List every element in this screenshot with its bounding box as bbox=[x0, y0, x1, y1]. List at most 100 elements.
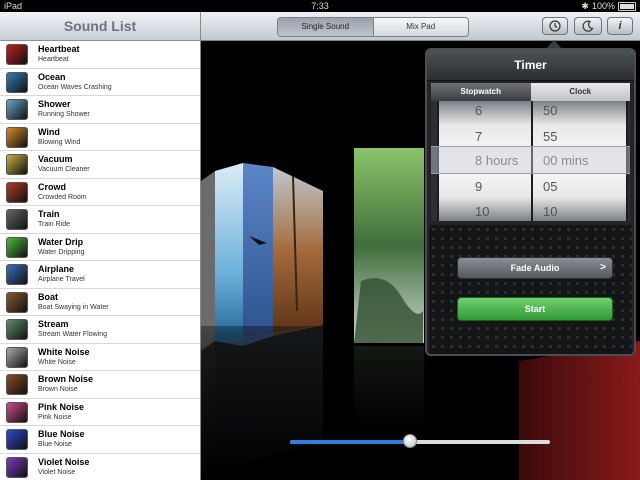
volume-slider-fill bbox=[290, 440, 410, 444]
mode-segmented-control: Single Sound Mix Pad bbox=[277, 17, 469, 37]
status-time: 7:33 bbox=[311, 1, 329, 11]
sound-subtitle: Heartbeat bbox=[38, 56, 69, 63]
sound-thumbnail-icon bbox=[6, 236, 28, 258]
sound-title: Train bbox=[38, 209, 60, 219]
sound-title: Blue Noise bbox=[38, 429, 85, 439]
sound-list-item[interactable]: Boat Boat Swaying in Water bbox=[0, 289, 200, 316]
sound-subtitle: Ocean Waves Crashing bbox=[38, 83, 112, 91]
sound-title: Stream bbox=[38, 319, 69, 329]
sound-title: Water Drip bbox=[38, 236, 84, 247]
timer-popover: Timer Stopwatch Clock 6 7 8 hours 9 10 5… bbox=[425, 48, 636, 356]
info-button[interactable]: i bbox=[607, 17, 633, 35]
sound-list-panel: Sound List Heartbeat Heartbeat Ocean Ocean … bbox=[0, 12, 201, 480]
tab-single-sound[interactable]: Single Sound bbox=[278, 18, 374, 36]
time-picker[interactable]: 6 7 8 hours 9 10 50 55 00 mins 05 10 bbox=[431, 101, 630, 221]
tab-clock[interactable]: Clock bbox=[530, 83, 630, 101]
sound-thumbnail-icon bbox=[6, 71, 28, 93]
sound-list-title: Sound List bbox=[0, 12, 200, 41]
timer-mode-segmented: Stopwatch Clock bbox=[431, 83, 630, 101]
cover-noise bbox=[519, 341, 640, 480]
moon-icon bbox=[582, 20, 594, 35]
bluetooth-icon: ✱ bbox=[581, 1, 589, 11]
sound-list-item[interactable]: Train Train Ride bbox=[0, 206, 200, 234]
info-icon: i bbox=[618, 20, 622, 32]
sound-thumbnail-icon bbox=[6, 346, 28, 368]
sound-list-item[interactable]: Water Drip Water Dripping bbox=[0, 234, 200, 261]
sound-thumbnail-icon bbox=[6, 456, 28, 478]
status-bar: iPad 7:33 ✱ 100% bbox=[0, 0, 640, 12]
sound-thumbnail-icon bbox=[6, 154, 28, 175]
sound-list-item[interactable]: Airplane Airplane Travel bbox=[0, 261, 200, 289]
sound-list: Heartbeat Heartbeat Ocean Ocean Waves Crash… bbox=[0, 41, 200, 480]
minutes-option[interactable]: 05 bbox=[543, 179, 634, 194]
sound-subtitle: Pink Noise bbox=[38, 413, 72, 421]
sound-thumbnail-icon bbox=[6, 126, 28, 148]
top-toolbar: Single Sound Mix Pad i bbox=[201, 12, 640, 41]
cover-boat bbox=[273, 167, 323, 336]
sound-subtitle: Vacuum Cleaner bbox=[38, 166, 90, 173]
chevron-right-icon: > bbox=[600, 262, 606, 273]
minutes-option[interactable]: 10 bbox=[543, 204, 634, 219]
sound-title: Vacuum bbox=[38, 154, 73, 164]
sound-list-item[interactable]: Ocean Ocean Waves Crashing bbox=[0, 69, 200, 96]
sound-subtitle: Boat Swaying in Water bbox=[38, 303, 109, 311]
sound-thumbnail-icon bbox=[6, 291, 28, 313]
sound-subtitle: Airplane Travel bbox=[38, 276, 85, 283]
minutes-option[interactable]: 55 bbox=[543, 129, 634, 144]
sound-list-item[interactable]: Violet Noise Violet Noise bbox=[0, 454, 200, 480]
popover-dotted-area bbox=[429, 225, 632, 354]
sound-subtitle: White Noise bbox=[38, 358, 76, 366]
fade-audio-button[interactable]: Fade Audio > bbox=[457, 257, 613, 279]
sound-list-item[interactable]: Pink Noise Pink Noise bbox=[0, 399, 200, 426]
sound-title: Ocean bbox=[38, 71, 66, 82]
sound-subtitle: Crowded Room bbox=[38, 193, 87, 201]
sound-title: Brown Noise bbox=[38, 374, 94, 384]
sound-subtitle: Blue Noise bbox=[38, 441, 72, 448]
sound-title: Wind bbox=[38, 126, 60, 137]
sound-list-item[interactable]: Crowd Crowded Room bbox=[0, 179, 200, 206]
sound-subtitle: Water Dripping bbox=[38, 248, 85, 256]
sound-title: Shower bbox=[38, 99, 71, 109]
sound-title: Heartbeat bbox=[38, 44, 80, 54]
start-button[interactable]: Start bbox=[457, 297, 613, 321]
sound-thumbnail-icon bbox=[6, 374, 28, 395]
tab-mix-pad[interactable]: Mix Pad bbox=[373, 18, 468, 36]
picker-selection-band bbox=[431, 146, 630, 174]
minutes-option[interactable]: 50 bbox=[543, 103, 634, 118]
volume-slider[interactable] bbox=[290, 440, 550, 444]
clock-icon bbox=[549, 20, 561, 35]
sound-subtitle: Violet Noise bbox=[38, 468, 76, 476]
sound-list-item[interactable]: Wind Blowing Wind bbox=[0, 124, 200, 151]
cover-train bbox=[201, 171, 215, 351]
sound-title: Violet Noise bbox=[38, 456, 90, 467]
sound-subtitle: Running Shower bbox=[38, 111, 90, 118]
sound-thumbnail-icon bbox=[6, 401, 28, 423]
sound-subtitle: Train Ride bbox=[38, 221, 71, 228]
sound-list-item[interactable]: Brown Noise Brown Noise bbox=[0, 371, 200, 399]
sound-thumbnail-icon bbox=[6, 429, 28, 450]
sound-list-item[interactable]: White Noise White Noise bbox=[0, 344, 200, 371]
tab-stopwatch[interactable]: Stopwatch bbox=[431, 83, 531, 101]
sound-list-item[interactable]: Stream Stream Water Flowing bbox=[0, 316, 200, 344]
sound-title: Pink Noise bbox=[38, 401, 85, 412]
night-mode-button[interactable] bbox=[574, 17, 602, 35]
sound-list-item[interactable]: Blue Noise Blue Noise bbox=[0, 426, 200, 454]
sound-thumbnail-icon bbox=[6, 44, 28, 65]
battery-percent: 100% bbox=[591, 1, 615, 11]
volume-slider-thumb[interactable] bbox=[402, 434, 417, 448]
sound-title: Airplane bbox=[38, 264, 75, 274]
sound-subtitle: Blowing Wind bbox=[38, 138, 81, 146]
sound-list-item[interactable]: Shower Running Shower bbox=[0, 96, 200, 124]
sound-title: Crowd bbox=[38, 181, 66, 192]
cover-airplane bbox=[243, 163, 273, 346]
fade-audio-label: Fade Audio bbox=[510, 263, 560, 273]
sound-thumbnail-icon bbox=[6, 99, 28, 120]
sound-list-item[interactable]: Vacuum Vacuum Cleaner bbox=[0, 151, 200, 179]
status-right: ✱ 100% bbox=[581, 0, 636, 12]
cover-ocean bbox=[215, 163, 243, 346]
sound-subtitle: Brown Noise bbox=[38, 386, 78, 393]
sound-thumbnail-icon bbox=[6, 181, 28, 203]
sound-list-item[interactable]: Heartbeat Heartbeat bbox=[0, 41, 200, 69]
timer-button[interactable] bbox=[542, 17, 568, 35]
sound-thumbnail-icon bbox=[6, 319, 28, 340]
